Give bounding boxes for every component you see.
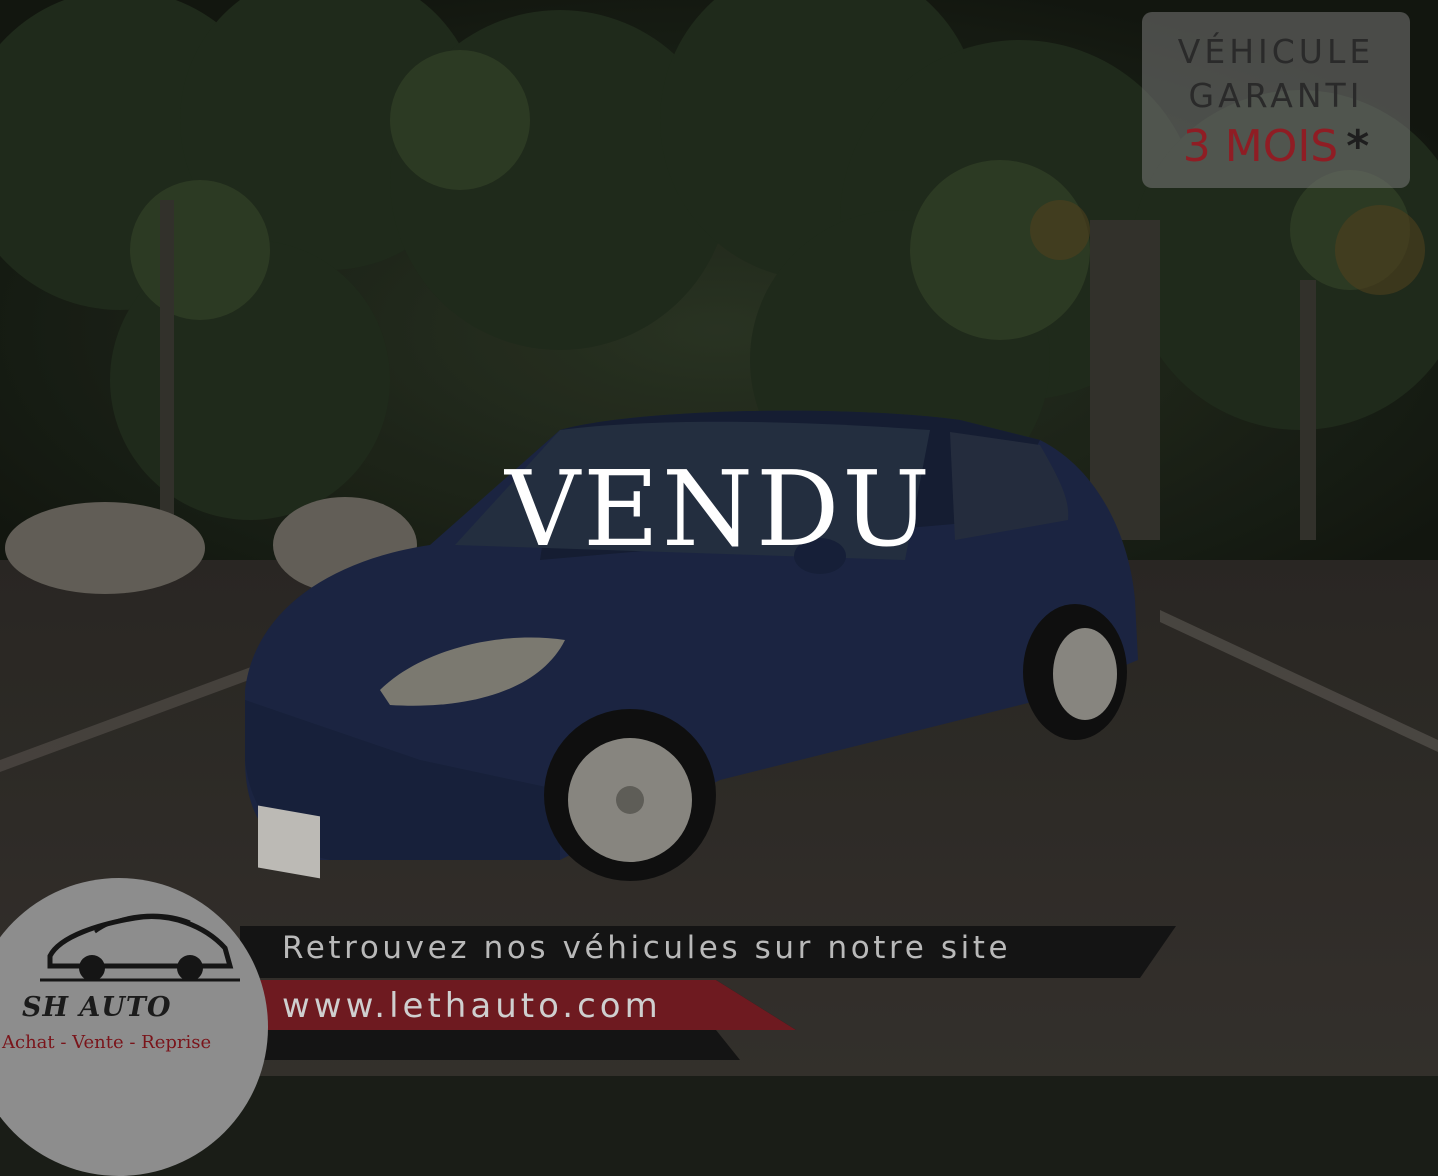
logo-tagline: Achat - Vente - Reprise: [2, 1032, 212, 1053]
warranty-line-2: GARANTI: [1188, 76, 1364, 115]
sold-label: VENDU: [504, 448, 934, 570]
warranty-months: 3 MOIS: [1182, 121, 1339, 172]
car-logo-icon: [40, 913, 240, 982]
banner-tagline: Retrouvez nos véhicules sur notre site: [282, 930, 1012, 966]
warranty-badge: VÉHICULE GARANTI 3 MOIS *: [1142, 12, 1410, 188]
logo-name: SH AUTO: [22, 992, 172, 1023]
warranty-line-3: 3 MOIS *: [1142, 118, 1410, 185]
asterisk: *: [1346, 121, 1370, 172]
website-link[interactable]: www.lethauto.com: [282, 986, 662, 1026]
warranty-line-1: VÉHICULE: [1177, 32, 1375, 71]
